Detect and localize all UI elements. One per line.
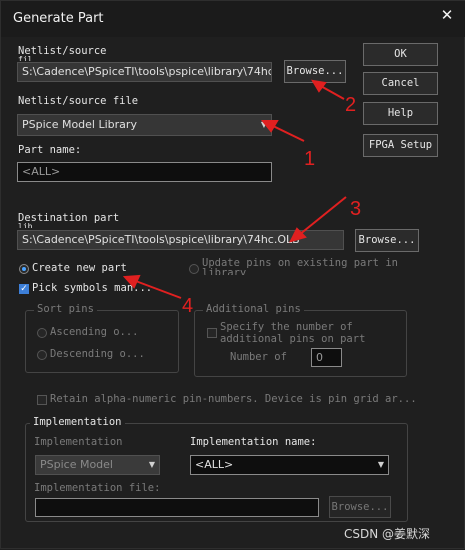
sort-pins-title: Sort pins <box>34 303 97 315</box>
implementation-title: Implementation <box>30 416 125 428</box>
implementation-type-select[interactable]: PSpice Model ▼ <box>35 455 160 475</box>
netlist-browse-button[interactable]: Browse... <box>284 60 346 83</box>
chevron-down-icon: ▼ <box>148 460 155 469</box>
specify-pins-label-2: additional pins on part <box>220 333 366 345</box>
ascending-label: Ascending o... <box>50 326 139 338</box>
help-button[interactable]: Help <box>363 102 438 125</box>
arrow-2 <box>318 84 345 100</box>
implementation-type-label: Implementation <box>34 436 123 448</box>
destination-label-cut: lib <box>18 222 33 228</box>
watermark: CSDN @姜默深 <box>344 527 431 541</box>
title-bar: Generate Part ✕ <box>1 1 465 37</box>
fpga-setup-button[interactable]: FPGA Setup <box>363 134 438 157</box>
destination-label: Destination part <box>18 212 120 224</box>
create-new-part-radio[interactable] <box>19 264 29 274</box>
implementation-name-value: <ALL> <box>195 458 234 471</box>
netlist-file-label: Netlist/source file <box>18 95 139 107</box>
specify-pins-label-1: Specify the number of <box>220 321 353 333</box>
netlist-file-value: PSpice Model Library <box>22 118 137 131</box>
window-title: Generate Part <box>13 11 104 26</box>
sort-pins-group: Sort pins <box>25 303 179 373</box>
additional-pins-title: Additional pins <box>203 303 304 315</box>
implementation-file-input[interactable] <box>35 498 319 517</box>
implementation-name-label: Implementation name: <box>190 436 317 448</box>
destination-input[interactable]: S:\Cadence\PSpiceTI\tools\pspice\library… <box>17 230 344 250</box>
create-new-part-label: Create new part <box>32 262 127 274</box>
annotation-number-2: 2 <box>345 94 357 116</box>
retain-checkbox[interactable] <box>37 395 47 405</box>
part-name-label: Part name: <box>18 144 82 156</box>
close-icon[interactable]: ✕ <box>438 6 456 24</box>
generate-part-dialog: Generate Part ✕ Netlist/source fil S:\Ca… <box>0 0 465 549</box>
netlist-source-input[interactable]: S:\Cadence\PSpiceTI\tools\pspice\library… <box>17 62 272 82</box>
annotation-number-4: 4 <box>182 295 194 317</box>
retain-label: Retain alpha-numeric pin-numbers. Device… <box>50 393 417 405</box>
implementation-type-value: PSpice Model <box>40 458 113 471</box>
implementation-file-label: Implementation file: <box>34 482 161 494</box>
specify-pins-checkbox[interactable] <box>207 328 217 338</box>
netlist-file-select[interactable]: PSpice Model Library ▼ <box>17 114 272 136</box>
arrow-1 <box>270 124 305 142</box>
number-of-pins-input[interactable]: 0 <box>311 348 342 367</box>
descending-radio[interactable] <box>37 350 47 360</box>
ascending-radio[interactable] <box>37 328 47 338</box>
part-name-input[interactable]: <ALL> <box>17 162 272 182</box>
ok-button[interactable]: OK <box>363 43 438 66</box>
chevron-down-icon: ▼ <box>260 120 267 129</box>
netlist-source-label-cut: fil <box>18 55 33 61</box>
implementation-name-select[interactable]: <ALL> ▼ <box>190 455 389 475</box>
implementation-browse-button[interactable]: Browse... <box>329 496 391 518</box>
pick-symbols-label: Pick symbols man... <box>32 282 153 294</box>
update-pins-radio[interactable] <box>189 264 199 274</box>
destination-browse-button[interactable]: Browse... <box>355 229 419 252</box>
cancel-button[interactable]: Cancel <box>363 72 438 95</box>
annotation-number-1: 1 <box>304 148 316 170</box>
chevron-down-icon: ▼ <box>377 460 384 469</box>
descending-label: Descending o... <box>50 348 145 360</box>
update-pins-label-cut: library <box>202 267 247 275</box>
pick-symbols-checkbox[interactable]: ✓ <box>19 284 29 294</box>
annotation-number-3: 3 <box>350 198 362 220</box>
number-of-label: Number of <box>230 351 287 363</box>
